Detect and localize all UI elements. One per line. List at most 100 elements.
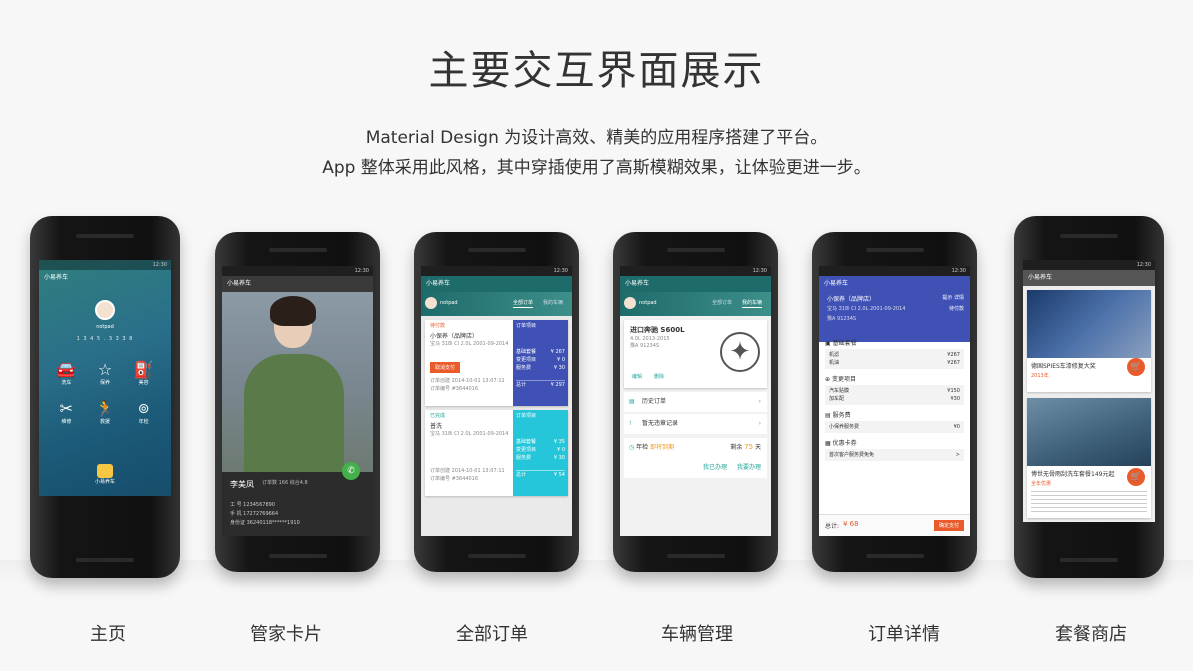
phone-detail: 12:30 小易养车 小保养（品牌店） 提示 详情 宝马 318i CI 2.0… — [812, 232, 977, 572]
chevron-right-icon: › — [758, 398, 761, 405]
store-item[interactable]: 德国SPIES车漆修复大奖 2013年 🛒 — [1027, 290, 1151, 392]
detail-plate: 豫A 91234S — [827, 316, 857, 322]
total-amount: ¥ 68 — [843, 520, 859, 528]
cart-button[interactable]: 🛒 — [1127, 358, 1145, 376]
detail-link[interactable]: 提示 详情 — [942, 295, 964, 302]
avatar[interactable] — [624, 297, 636, 309]
annual-inspection-card: ◷ 年检 即将到期 剩余 75 天 我已办理 我要办理 — [624, 438, 767, 478]
app-title: 小易养车 — [421, 276, 572, 292]
summary-label: 变更项目 — [516, 447, 537, 453]
page-title: 主要交互界面展示 — [428, 48, 765, 94]
vehicle-header: notpad 全部订单 我的车辆 — [620, 292, 771, 316]
summary-total-label: 总计 — [516, 382, 527, 388]
subtitle-line-2: App 整体采用此风格，其中穿插使用了高斯模糊效果，让体验更进一步。 — [322, 158, 871, 178]
tile-rescue[interactable]: 🏃 救援 — [86, 399, 125, 426]
store-item[interactable]: 博世无骨雨刮洗车套餐149元起 全年优惠 🛒 — [1027, 398, 1151, 518]
app-title: 小易养车 — [1023, 270, 1155, 286]
tile-repair[interactable]: ✂ 维修 — [47, 399, 86, 426]
line-value: ¥267 — [947, 352, 960, 358]
summary-label: 变更项目 — [516, 357, 537, 363]
status-time: 12:30 — [620, 266, 771, 276]
tile-wash[interactable]: 🚘 洗车 — [47, 360, 86, 387]
order-desc: 宝马 318i CI 2.0L 2001-09-2014 — [430, 431, 509, 437]
butler-photo — [222, 292, 373, 472]
runner-icon: 🏃 — [95, 399, 115, 418]
order-summary: 订单项目 基础套餐 ¥ 267 变更项目 ¥ 0 服务费 ¥ 30 总计 ¥ 297 — [513, 320, 568, 406]
edit-button[interactable]: 编辑 — [632, 374, 642, 381]
order-desc: 宝马 318i CI 2.0L 2001-09-2014 — [430, 341, 509, 347]
order-time: 订单创建 2014-10-01 13:07:11 — [430, 378, 505, 384]
line-value: ¥30 — [950, 396, 960, 402]
section-name: 服务费 — [832, 412, 851, 419]
car-icon: 🚘 — [56, 360, 77, 379]
vehicle-model: 进口奔驰 S600L — [630, 326, 685, 334]
violation-row[interactable]: ! 暂无违章记录 › — [624, 414, 767, 434]
detail-section: ▤ 服务费 小保养服务费 ¥0 — [825, 410, 964, 433]
detail-section: ▦ 优惠卡券 首次客户服务费免免 > — [825, 438, 964, 461]
star-icon: ☆ — [97, 360, 113, 379]
box-icon: ▣ — [825, 340, 831, 347]
detail-car: 宝马 318i CI 2.0L 2001-09-2014 — [827, 306, 906, 312]
tile-label: 维修 — [61, 419, 72, 425]
home-screen: 12:30 小易养车 notpad 1 3 4 5 . 3 3 3 8 🚘 洗车… — [39, 260, 171, 496]
summary-value: ¥ 267 — [550, 349, 565, 355]
order-card[interactable]: 待付款 小保养（品牌店） 宝马 318i CI 2.0L 2001-09-201… — [425, 320, 568, 406]
caption-butler: 管家卡片 — [250, 624, 322, 645]
order-no: 订单编号 #3644016 — [430, 476, 479, 482]
order-status: 已完成 — [430, 413, 446, 419]
tile-label: 美容 — [138, 380, 149, 386]
tab-all-orders[interactable]: 全部订单 — [712, 300, 732, 307]
done-button[interactable]: 我已办理 — [703, 464, 727, 471]
order-pay-button[interactable]: 取消支付 — [430, 362, 461, 373]
tab-my-cars[interactable]: 我的车辆 — [543, 300, 563, 307]
tile-maintain[interactable]: ☆ 保养 — [86, 360, 125, 387]
history-orders-row[interactable]: ▤ 历史订单 › — [624, 392, 767, 412]
display-floor — [0, 560, 1193, 586]
tile-label: 洗车 — [61, 380, 72, 386]
order-card[interactable]: 已完成 普洗 宝马 318i CI 2.0L 2001-09-2014 订单创建… — [425, 410, 568, 496]
vehicle-screen: 12:30 小易养车 notpad 全部订单 我的车辆 进口奔驰 S600L 4… — [620, 266, 771, 536]
detail-screen: 12:30 小易养车 小保养（品牌店） 提示 详情 宝马 318i CI 2.0… — [819, 266, 970, 536]
summary-label: 服务费 — [516, 365, 532, 371]
summary-label: 基础套餐 — [516, 349, 537, 355]
caption-vehicle: 车辆管理 — [661, 624, 733, 645]
detail-footer: 总计: ¥ 68 确定支付 — [819, 514, 970, 536]
row-label: 暂无违章记录 — [642, 420, 679, 427]
caption-detail: 订单详情 — [868, 624, 940, 645]
store-item-title: 博世无骨雨刮洗车套餐149元起 — [1031, 471, 1115, 478]
tile-label: 保养 — [99, 380, 110, 386]
mercedes-logo-icon: ✦ — [720, 332, 760, 372]
tab-my-cars[interactable]: 我的车辆 — [742, 300, 763, 308]
pay-button[interactable]: 确定支付 — [933, 520, 964, 531]
store-item-title: 德国SPIES车漆修复大奖 — [1031, 363, 1096, 370]
home-phone: 1 3 4 5 . 3 3 3 8 — [76, 336, 134, 342]
detail-section: ⊕ 变更项目 汽车贴膜 ¥150 加车配 ¥30 — [825, 374, 964, 405]
avatar[interactable] — [95, 300, 115, 320]
handle-button[interactable]: 我要办理 — [737, 464, 761, 471]
tile-beauty[interactable]: ⛽ 美容 — [124, 360, 163, 387]
chevron-right-icon: > — [955, 452, 960, 458]
line-label: 汽车贴膜 — [829, 388, 850, 394]
line-value: ¥150 — [947, 388, 960, 394]
vehicle-card[interactable]: 进口奔驰 S600L 4.0L 2013-2015 豫A 91234S 编辑 删… — [624, 320, 767, 388]
coupon-row[interactable]: 首次客户服务费免免 > — [825, 449, 964, 461]
detail-body: ▣ 基础套餐 机滤 ¥267 机油 ¥267 ⊕ 变更项目 汽车贴膜 ¥150 加车配… — [825, 338, 964, 461]
butler-name: 李美凤 — [230, 480, 254, 489]
clock-icon: ◷ — [629, 444, 635, 451]
cart-button[interactable]: 🛒 — [1127, 468, 1145, 486]
order-status: 待付款 — [430, 323, 446, 329]
detail-status: 待付款 — [948, 306, 964, 312]
chevron-right-icon: › — [758, 420, 761, 427]
coupon-icon: ▦ — [825, 440, 831, 447]
line-label: 首次客户服务费免免 — [829, 452, 875, 458]
row-label: 历史订单 — [642, 398, 667, 405]
order-title: 普洗 — [430, 423, 443, 430]
phone-home: 12:30 小易养车 notpad 1 3 4 5 . 3 3 3 8 🚘 洗车… — [30, 216, 180, 578]
summary-total: ¥ 297 — [550, 382, 565, 388]
avatar[interactable] — [425, 297, 437, 309]
call-button[interactable]: ✆ — [342, 462, 360, 480]
delete-button[interactable]: 删除 — [654, 374, 664, 381]
tile-inspection[interactable]: ⊚ 年检 — [124, 399, 163, 426]
tab-all-orders[interactable]: 全部订单 — [513, 300, 534, 308]
app-title: 小易养车 — [620, 276, 771, 292]
